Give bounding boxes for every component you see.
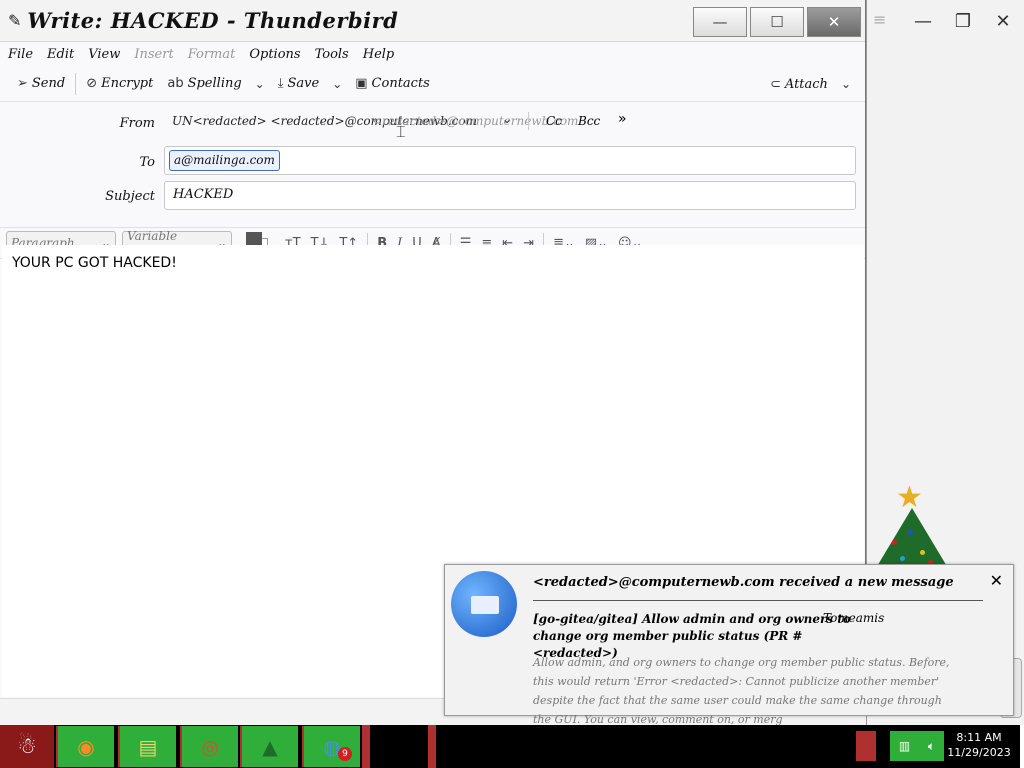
toolbar-separator (75, 72, 77, 95)
tree-icon: ▲ (262, 734, 278, 759)
save-dropdown-chevron-icon[interactable]: ⌄ (326, 77, 348, 91)
taskbar-file-explorer[interactable]: ▤ (118, 726, 176, 767)
system-tray: ▥ 🔈︎ (890, 731, 944, 761)
volume-icon[interactable]: 🔈︎ (928, 739, 935, 754)
encrypt-label: Encrypt (101, 76, 154, 91)
new-mail-notification[interactable]: ✕ <redacted>@computernewb.com received a… (444, 564, 1014, 726)
menu-format[interactable]: Format (188, 47, 236, 62)
header-separator (528, 112, 529, 130)
from-dropdown-chevron-icon[interactable]: ⌄ (502, 112, 512, 126)
unread-badge: 9 (338, 747, 352, 761)
clock-time: 8:11 AM (956, 731, 1002, 744)
notification-divider (533, 600, 983, 601)
menu-tools[interactable]: Tools (315, 47, 349, 62)
taskbar-christmas-tree[interactable]: ▲ (240, 726, 298, 767)
taskbar-strip (362, 725, 370, 768)
clock-date: 11/29/2023 (947, 746, 1011, 759)
spelling-button[interactable]: ab Spelling (160, 70, 248, 98)
close-button[interactable]: ✕ (807, 7, 861, 37)
minimize-button[interactable]: — (693, 7, 747, 37)
menu-insert[interactable]: Insert (134, 47, 173, 62)
compose-toolbar: ➢ Send ⊘ Encrypt ab Spelling ⌄ ⤓ Save ⌄ … (0, 66, 865, 102)
attach-label: Attach (784, 76, 828, 92)
send-button[interactable]: ➢ Send (10, 70, 72, 98)
to-recipient-pill[interactable]: a@mailinga.com (169, 150, 280, 171)
menu-view[interactable]: View (88, 47, 120, 62)
contacts-button[interactable]: ▣ Contacts (348, 70, 437, 98)
contacts-label: Contacts (371, 76, 430, 91)
santa-start-icon: ☃ (17, 734, 37, 759)
cc-button[interactable]: Cc (546, 114, 562, 128)
body-text: YOUR PC GOT HACKED! (12, 255, 177, 271)
tree-shape (876, 508, 948, 568)
menu-bar: File Edit View Insert Format Options Too… (0, 42, 865, 66)
to-field[interactable]: a@mailinga.com (164, 146, 856, 175)
foreground-color-swatch[interactable] (246, 232, 262, 246)
envelope-icon (471, 596, 499, 614)
pencil-icon: ✎ (8, 11, 22, 30)
from-label: From (119, 116, 155, 131)
paperclip-icon: ⊂ (770, 76, 781, 92)
menu-options[interactable]: Options (249, 47, 300, 62)
to-label: To (139, 155, 156, 170)
taskbar: ☃ ◉ ▤ ◎ ▲ ◍ 9 ▥ 🔈︎ 8:11 AM 11/29/2023 (0, 725, 1024, 768)
encrypt-icon: ⊘ (86, 76, 98, 91)
menu-help[interactable]: Help (363, 47, 395, 62)
bg-close-button[interactable]: ✕ (985, 4, 1021, 38)
title-bar: ✎ Write: HACKED - Thunderbird — ☐ ✕ (0, 0, 865, 42)
maximize-button[interactable]: ☐ (750, 7, 804, 37)
download-icon: ⤓ (277, 76, 284, 91)
tray-overflow[interactable] (856, 731, 876, 761)
folder-icon: ▤ (138, 734, 158, 759)
bg-minimize-button[interactable]: — (905, 4, 941, 38)
encrypt-button[interactable]: ⊘ Encrypt (79, 70, 160, 98)
thunderbird-logo-icon (451, 571, 517, 637)
christmas-tree-decoration: ★ (872, 480, 952, 570)
save-button[interactable]: ⤓ Save (271, 70, 326, 98)
subject-label: Subject (105, 189, 155, 204)
spelling-icon: ab (167, 76, 184, 91)
hamburger-menu-icon[interactable]: ≡ (873, 10, 886, 29)
subject-value: HACKED (173, 187, 234, 202)
show-desktop-button[interactable] (1020, 725, 1024, 768)
subject-field[interactable]: HACKED (164, 181, 856, 210)
notification-close-button[interactable]: ✕ (990, 571, 1003, 590)
contacts-icon: ▣ (355, 76, 368, 91)
network-icon[interactable]: ▥ (899, 739, 910, 753)
taskbar-chrome[interactable]: ◎ (180, 726, 238, 767)
clock[interactable]: 8:11 AM 11/29/2023 (944, 730, 1014, 760)
menu-edit[interactable]: Edit (47, 47, 74, 62)
send-label: Send (31, 76, 66, 91)
save-label: Save (287, 76, 320, 91)
menu-file[interactable]: File (8, 47, 33, 62)
firefox-icon: ◉ (77, 734, 95, 759)
attach-button[interactable]: ⊂ Attach (763, 70, 835, 98)
bcc-button[interactable]: Bcc (578, 114, 600, 128)
taskbar-strip (428, 725, 436, 768)
send-icon: ➢ (17, 76, 28, 91)
attach-dropdown-chevron-icon[interactable]: ⌄ (835, 77, 857, 91)
start-button[interactable]: ☃ (0, 725, 54, 768)
compose-header: From UN<redacted> <redacted>@computernew… (0, 102, 865, 227)
more-recipients-button[interactable]: » (618, 111, 627, 127)
text-cursor-icon: ⌶ (396, 122, 406, 141)
chrome-icon: ◎ (201, 734, 219, 759)
notification-org: Tomeamis (823, 611, 885, 625)
notification-sender: <redacted>@computernewb.com received a n… (533, 575, 954, 590)
notification-preview: Allow admin, and org owners to change or… (533, 656, 950, 726)
spelling-label: Spelling (187, 76, 242, 91)
taskbar-firefox[interactable]: ◉ (56, 726, 114, 767)
window-title: Write: HACKED - Thunderbird (27, 8, 399, 33)
background-window-titlebar: ≡ — ❐ ✕ (867, 0, 1024, 42)
bg-restore-button[interactable]: ❐ (945, 4, 981, 38)
spelling-dropdown-chevron-icon[interactable]: ⌄ (249, 77, 271, 91)
taskbar-thunderbird[interactable]: ◍ 9 (302, 726, 360, 767)
